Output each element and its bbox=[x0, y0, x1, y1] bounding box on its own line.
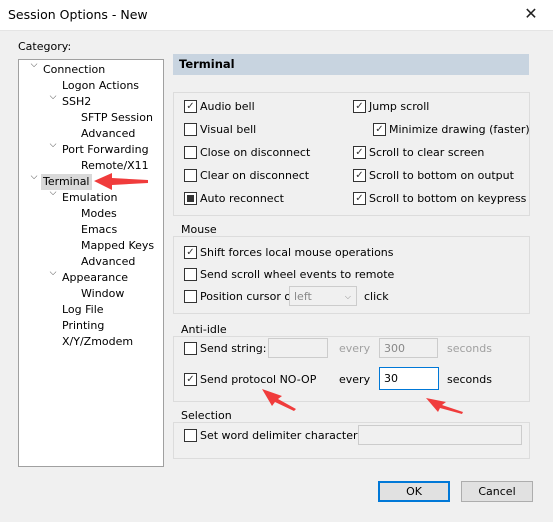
close-icon[interactable]: ✕ bbox=[521, 4, 541, 24]
check-icon: ✓ bbox=[184, 100, 197, 113]
tree-item[interactable]: Logon Actions bbox=[62, 78, 139, 94]
send-string-checkbox[interactable]: Send string: bbox=[184, 342, 266, 355]
tree-item[interactable]: SFTP Session bbox=[81, 110, 153, 126]
tree-item[interactable]: Emulation bbox=[62, 190, 118, 206]
tree-item[interactable]: Modes bbox=[81, 206, 117, 222]
checkbox-box bbox=[184, 169, 197, 182]
noop-seconds-input[interactable]: 30 bbox=[379, 367, 439, 390]
checkbox-scroll-to-bottom-on-keypress[interactable]: ✓ Scroll to bottom on keypress bbox=[353, 192, 526, 205]
tree-item[interactable]: Window bbox=[81, 286, 124, 302]
checkbox-clear-on-disconnect[interactable]: Clear on disconnect bbox=[184, 169, 309, 182]
tree-item[interactable]: SSH2 bbox=[62, 94, 91, 110]
delimiter-checkbox[interactable]: Set word delimiter characters: bbox=[184, 429, 367, 442]
checkbox-audio-bell[interactable]: ✓ Audio bell bbox=[184, 100, 255, 113]
chevron-down-icon[interactable]: ⌵ bbox=[48, 140, 58, 150]
tree-item[interactable]: Emacs bbox=[81, 222, 117, 238]
every-label: every bbox=[339, 342, 371, 355]
chevron-down-icon[interactable]: ⌵ bbox=[29, 60, 39, 70]
check-icon: ✓ bbox=[184, 246, 197, 259]
tree-item[interactable]: Advanced bbox=[81, 254, 135, 270]
check-icon: ✓ bbox=[353, 100, 366, 113]
checkbox-box bbox=[184, 268, 197, 281]
tree-item[interactable]: Advanced bbox=[81, 126, 135, 142]
noop-checkbox[interactable]: ✓ Send protocol NO-OP bbox=[184, 373, 316, 386]
check-icon: ✓ bbox=[184, 373, 197, 386]
tree-item[interactable]: Log File bbox=[62, 302, 104, 318]
string-seconds-input[interactable]: 300 bbox=[379, 338, 438, 358]
ok-button[interactable]: OK bbox=[378, 481, 450, 502]
category-tree[interactable]: ⌵ Connection Logon Actions ⌵ SSH2 SFTP Sessio… bbox=[18, 59, 164, 467]
delimiter-input[interactable] bbox=[358, 425, 522, 445]
checkbox-box bbox=[184, 342, 197, 355]
click-label: click bbox=[364, 290, 389, 303]
tree-item[interactable]: Remote/X11 bbox=[81, 158, 149, 174]
cancel-button[interactable]: Cancel bbox=[461, 481, 533, 502]
checkbox-close-on-disconnect[interactable]: Close on disconnect bbox=[184, 146, 310, 159]
check-icon: ✓ bbox=[353, 192, 366, 205]
tree-item[interactable]: X/Y/Zmodem bbox=[62, 334, 133, 350]
send-string-input[interactable] bbox=[268, 338, 328, 358]
check-icon: ✓ bbox=[353, 169, 366, 182]
chevron-down-icon[interactable]: ⌵ bbox=[29, 172, 39, 182]
check-icon: ✓ bbox=[353, 146, 366, 159]
selection-label: Selection bbox=[179, 409, 234, 422]
checkbox-visual-bell[interactable]: Visual bell bbox=[184, 123, 256, 136]
tree-item[interactable]: Port Forwarding bbox=[62, 142, 149, 158]
tree-item[interactable]: Mapped Keys bbox=[81, 238, 154, 254]
checkbox-minimize-drawing-faster-[interactable]: ✓ Minimize drawing (faster) bbox=[373, 123, 530, 136]
seconds-label: seconds bbox=[447, 342, 492, 355]
checkbox-box bbox=[184, 290, 197, 303]
anti-idle-label: Anti-idle bbox=[179, 323, 229, 336]
tree-item[interactable]: Connection bbox=[43, 62, 105, 78]
chevron-down-icon[interactable]: ⌵ bbox=[48, 92, 58, 102]
window-title: Session Options - New bbox=[8, 7, 148, 22]
checkbox-box bbox=[184, 429, 197, 442]
checkbox-scroll-to-clear-screen[interactable]: ✓ Scroll to clear screen bbox=[353, 146, 484, 159]
tree-item[interactable]: Appearance bbox=[62, 270, 128, 286]
every-label: every bbox=[339, 373, 371, 386]
checkbox-box bbox=[184, 146, 197, 159]
checkbox-jump-scroll[interactable]: ✓ Jump scroll bbox=[353, 100, 429, 113]
check-icon: ✓ bbox=[373, 123, 386, 136]
chevron-down-icon: ⌵ bbox=[344, 292, 351, 301]
tree-item[interactable]: Printing bbox=[62, 318, 104, 334]
position-checkbox[interactable]: Position cursor on bbox=[184, 290, 298, 303]
wheel-checkbox[interactable]: Send scroll wheel events to remote bbox=[184, 268, 394, 281]
panel-header: Terminal bbox=[173, 54, 529, 75]
mouse-label: Mouse bbox=[179, 223, 219, 236]
indeterminate-icon bbox=[184, 192, 197, 205]
chevron-down-icon[interactable]: ⌵ bbox=[48, 188, 58, 198]
shift-checkbox[interactable]: ✓ Shift forces local mouse operations bbox=[184, 246, 394, 259]
checkbox-auto-reconnect[interactable]: Auto reconnect bbox=[184, 192, 284, 205]
checkbox-box bbox=[184, 123, 197, 136]
position-select[interactable]: left ⌵ bbox=[289, 286, 357, 306]
checkbox-scroll-to-bottom-on-output[interactable]: ✓ Scroll to bottom on output bbox=[353, 169, 514, 182]
seconds-label: seconds bbox=[447, 373, 492, 386]
category-label: Category: bbox=[18, 40, 72, 53]
chevron-down-icon[interactable]: ⌵ bbox=[48, 268, 58, 278]
